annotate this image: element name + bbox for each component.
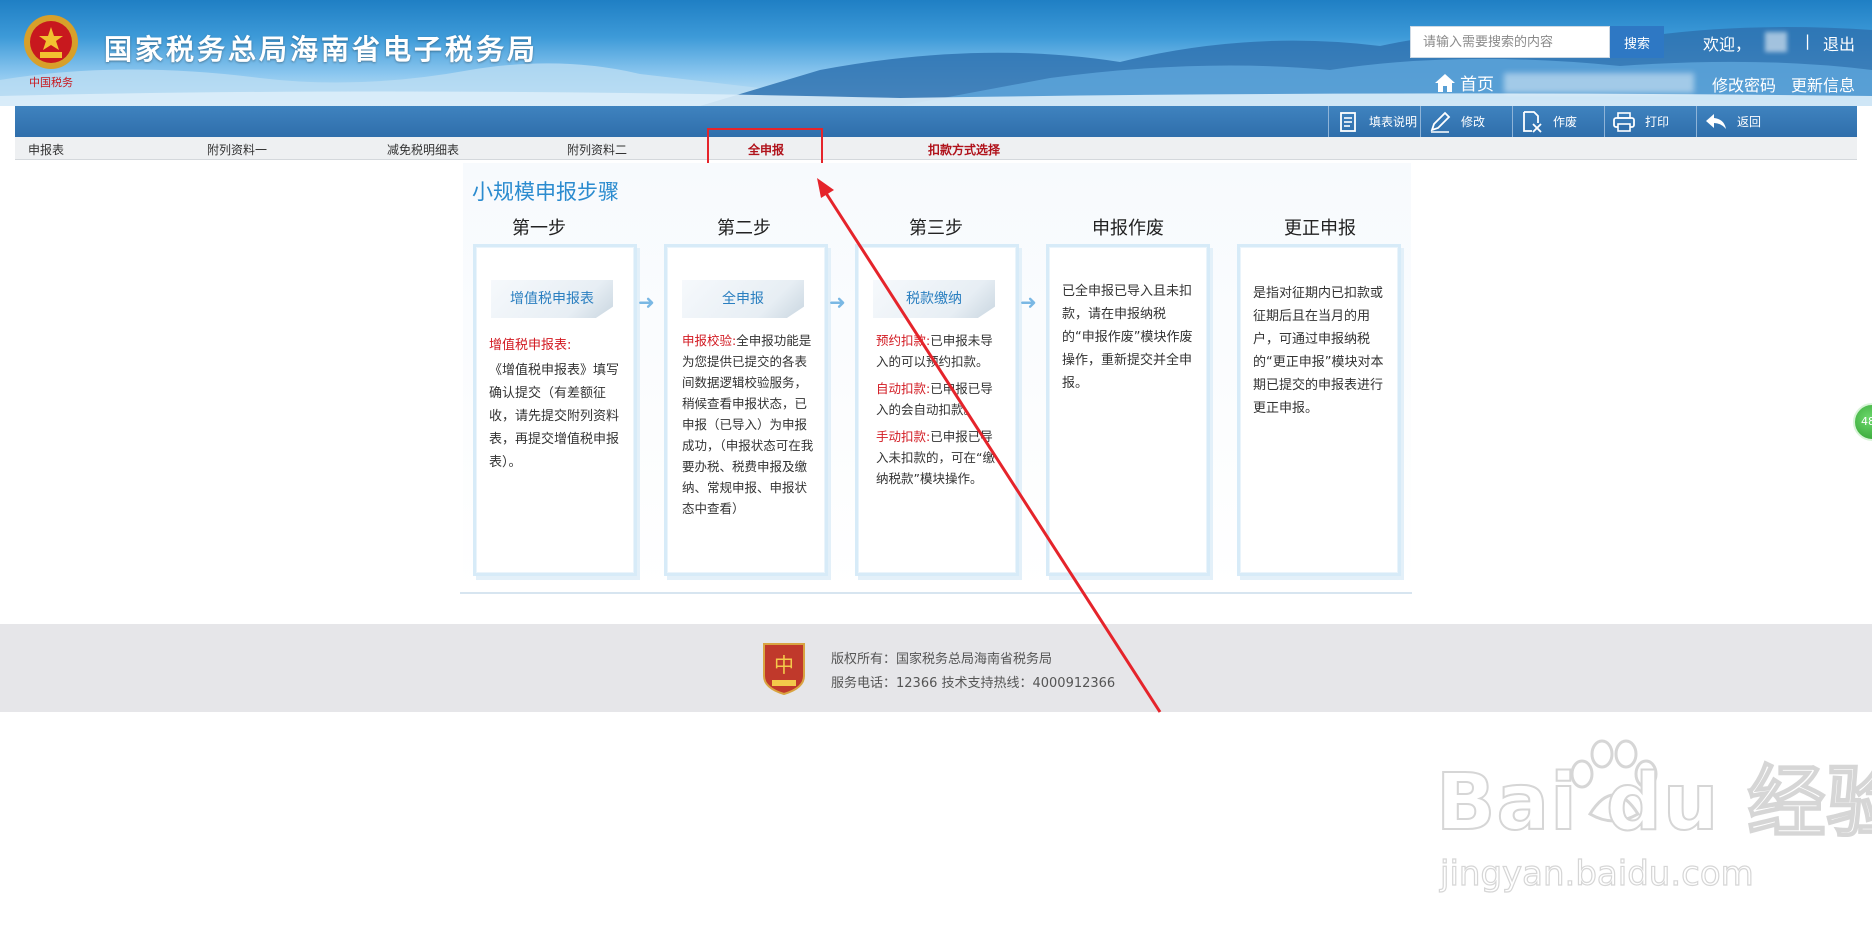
tab-attachment-two[interactable]: 附列资料二	[567, 141, 627, 158]
panel-divider	[460, 592, 1412, 594]
welcome-text: 欢迎，	[1703, 35, 1752, 54]
print-button[interactable]: 打印	[1604, 106, 1696, 137]
step-arrow-icon: ➜	[1020, 290, 1037, 314]
step-two-text: 全申报功能是为您提供已提交的各表间数据逻辑校验服务，稍候查看申报状态，已申报（已…	[682, 333, 814, 516]
svg-text:中国税务: 中国税务	[29, 75, 73, 89]
tab-payment-method[interactable]: 扣款方式选择	[928, 141, 1000, 158]
step-three-heading: 第三步	[909, 218, 963, 239]
step-one-key: 增值税申报表:	[489, 338, 572, 353]
step-one-body: 增值税申报表: 《增值税申报表》填写确认提交（有差额征收，请先提交附列资料表，再…	[489, 334, 625, 474]
step-three-body: 预约扣款:已申报未导入的可以预约扣款。 自动扣款:已申报已导入的会自动扣款。 手…	[876, 330, 1002, 489]
home-label: 首页	[1460, 75, 1494, 95]
action-toolbar: 填表说明 修改 作废 打印 返回	[15, 106, 1857, 137]
void-doc-icon	[1519, 106, 1545, 137]
modify-label: 修改	[1461, 115, 1486, 129]
void-button[interactable]: 作废	[1512, 106, 1604, 137]
update-info-link[interactable]: 更新信息	[1791, 72, 1855, 96]
search-button[interactable]: 搜索	[1610, 26, 1664, 58]
step-two-key: 申报校验:	[682, 333, 737, 348]
service-hotline-text: 服务电话：12366 技术支持热线：4000912366	[831, 676, 1116, 691]
steps-title: 小规模申报步骤	[472, 180, 619, 204]
home-link[interactable]: 首页	[1434, 70, 1494, 95]
site-footer	[0, 624, 1872, 712]
manual-deduction-key: 手动扣款:	[876, 429, 931, 444]
site-header: 中国税务 国家税务总局海南省电子税务局 搜索 欢迎， | 退出 首页 修改密码 …	[0, 0, 1872, 106]
form-instructions-button[interactable]: 填表说明	[1328, 106, 1420, 137]
baidu-jingyan-watermark: Bai du 经验	[1435, 757, 1872, 849]
home-icon	[1435, 73, 1455, 92]
tax-emblem-icon: 中国税务	[24, 15, 78, 89]
username-redacted	[1765, 32, 1787, 52]
print-label: 打印	[1645, 115, 1670, 129]
step-arrow-icon: ➜	[638, 290, 655, 314]
correct-declaration-text: 是指对征期内已扣款或征期后且在当月的用户，可通过申报纳税的“更正申报”模块对本期…	[1253, 286, 1384, 416]
party-government-badge-icon: 中	[763, 643, 805, 696]
tab-tax-reduction-detail[interactable]: 减免税明细表	[387, 141, 459, 158]
header-separator: |	[1805, 32, 1811, 50]
auto-deduction-key: 自动扣款:	[876, 381, 931, 396]
printer-icon	[1611, 106, 1637, 137]
step-one-text: 《增值税申报表》填写确认提交（有差额征收，请先提交附列资料表，再提交增值税申报表…	[489, 363, 620, 470]
step-one-heading: 第一步	[512, 218, 566, 239]
baidu-jingyan-url-watermark: jingyan.baidu.com	[1439, 853, 1754, 894]
form-instructions-label: 填表说明	[1369, 115, 1418, 129]
step-three-tab: 税款缴纳	[873, 280, 995, 318]
search-input[interactable]	[1410, 26, 1610, 58]
void-label: 作废	[1553, 115, 1578, 129]
floating-helper-button[interactable]: 48	[1853, 403, 1872, 441]
back-button[interactable]: 返回	[1696, 106, 1788, 137]
form-tab-strip: 申报表 附列资料一 减免税明细表 附列资料二 全申报 扣款方式选择	[15, 137, 1857, 160]
site-title: 国家税务总局海南省电子税务局	[104, 33, 539, 66]
correct-declaration-heading: 更正申报	[1284, 218, 1356, 239]
step-two-tab: 全申报	[682, 280, 804, 318]
change-password-link[interactable]: 修改密码	[1712, 72, 1776, 96]
void-declaration-text: 已全申报已导入且未扣款，请在申报纳税的“申报作废”模块作废操作，重新提交并全申报…	[1062, 284, 1193, 391]
svg-text:中: 中	[774, 653, 794, 677]
back-label: 返回	[1737, 115, 1762, 129]
back-arrow-icon	[1703, 106, 1729, 137]
void-declaration-heading: 申报作废	[1092, 218, 1164, 239]
step-two-body: 申报校验:全申报功能是为您提供已提交的各表间数据逻辑校验服务，稍候查看申报状态，…	[682, 330, 818, 519]
tab-attachment-one[interactable]: 附列资料一	[207, 141, 267, 158]
tab-declaration-form[interactable]: 申报表	[28, 141, 64, 158]
form-doc-icon	[1335, 106, 1361, 137]
step-two-heading: 第二步	[717, 218, 771, 239]
modify-button[interactable]: 修改	[1420, 106, 1512, 137]
logout-link[interactable]: 退出	[1823, 31, 1855, 55]
pencil-icon	[1427, 106, 1453, 137]
step-one-tab: 增值税申报表	[491, 280, 613, 318]
step-arrow-icon: ➜	[829, 290, 846, 314]
copyright-text: 版权所有：国家税务总局海南省税务局	[831, 652, 1053, 667]
org-name-redacted	[1504, 73, 1694, 93]
prepaid-deduction-key: 预约扣款:	[876, 333, 931, 348]
